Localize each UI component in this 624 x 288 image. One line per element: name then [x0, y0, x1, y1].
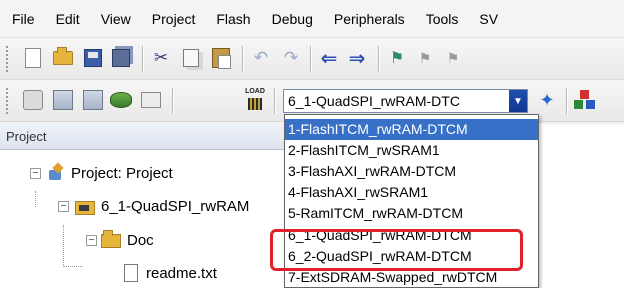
copy-icon[interactable]	[180, 47, 202, 69]
collapse-icon[interactable]: −	[86, 235, 97, 246]
target-option[interactable]: 2-FlashITCM_rwSRAM1	[285, 140, 538, 161]
target-option[interactable]: 5-RamITCM_rwRAM-DTCM	[285, 203, 538, 224]
batch-build-icon[interactable]	[110, 89, 132, 111]
menu-flash[interactable]: Flash	[216, 11, 250, 27]
tree-item-group-doc[interactable]: − Doc	[86, 229, 154, 249]
insert-bookmark-icon[interactable]: ⚑	[386, 47, 408, 69]
file-icon	[124, 264, 138, 282]
toolbar-separator	[274, 88, 275, 114]
menu-tools[interactable]: Tools	[426, 11, 459, 27]
tree-item-target[interactable]: − 6_1-QuadSPI_rwRAM	[58, 198, 249, 215]
toolbar-grip[interactable]	[6, 88, 10, 114]
toolbar-separator	[172, 88, 173, 114]
target-select-value: 6_1-QuadSPI_rwRAM-DTC	[288, 93, 460, 109]
menu-project[interactable]: Project	[152, 11, 196, 27]
previous-bookmark-icon[interactable]: ⚑	[414, 47, 436, 69]
rebuild-icon[interactable]	[82, 89, 104, 111]
next-bookmark-icon[interactable]: ⚑	[442, 47, 464, 69]
toolbar-grip[interactable]	[6, 46, 10, 72]
tree-item-label: Project: Project	[71, 164, 173, 182]
target-icon	[73, 199, 95, 215]
collapse-icon[interactable]: −	[30, 167, 41, 179]
project-panel-title: Project	[0, 124, 290, 150]
target-option[interactable]: 4-FlashAXI_rwSRAM1	[285, 182, 538, 203]
build-icon[interactable]	[52, 89, 74, 111]
project-icon	[45, 164, 65, 182]
new-file-icon[interactable]	[22, 47, 44, 69]
target-option[interactable]: 1-FlashITCM_rwRAM-DTCM	[285, 119, 538, 140]
load-label: LOAD	[245, 88, 265, 95]
paste-icon[interactable]	[210, 47, 232, 69]
tree-item-label: readme.txt	[146, 264, 217, 282]
toolbar-separator	[566, 88, 567, 114]
folder-icon	[101, 229, 121, 248]
menu-edit[interactable]: Edit	[56, 11, 80, 27]
redo-icon[interactable]: ↷	[280, 47, 302, 69]
toolbar-separator	[378, 46, 379, 72]
tree-connector	[63, 225, 64, 267]
tree-item-file[interactable]: readme.txt	[124, 264, 217, 282]
stop-build-icon[interactable]	[140, 89, 162, 111]
tree-item-project-root[interactable]: − Project: Project	[30, 164, 173, 182]
tree-connector	[63, 266, 83, 267]
target-option[interactable]: 3-FlashAXI_rwRAM-DTCM	[285, 161, 538, 182]
undo-icon[interactable]: ↶	[250, 47, 272, 69]
tree-item-label: 6_1-QuadSPI_rwRAM	[101, 198, 250, 215]
navigate-forward-icon[interactable]: ⇒	[346, 47, 368, 70]
open-file-icon[interactable]	[52, 47, 74, 69]
target-select[interactable]: 6_1-QuadSPI_rwRAM-DTC ▼	[283, 89, 528, 113]
save-all-icon[interactable]	[110, 47, 132, 69]
file-toolbar: ✂ ↶ ↷ ⇐ ⇒ ⚑ ⚑ ⚑	[0, 38, 624, 80]
toolbar-separator	[310, 46, 311, 72]
tree-connector	[35, 191, 36, 207]
translate-icon[interactable]	[22, 89, 44, 111]
save-icon[interactable]	[82, 47, 104, 69]
menu-bar: File Edit View Project Flash Debug Perip…	[0, 0, 624, 38]
chevron-down-icon[interactable]: ▼	[509, 90, 527, 112]
navigate-back-icon[interactable]: ⇐	[318, 47, 340, 70]
download-icon[interactable]: LOAD	[244, 88, 266, 111]
tree-item-label: Doc	[127, 232, 154, 249]
annotation-highlight-box	[270, 229, 523, 271]
menu-debug[interactable]: Debug	[272, 11, 313, 27]
menu-peripherals[interactable]: Peripherals	[334, 11, 405, 27]
menu-svcs[interactable]: SV	[479, 11, 498, 27]
menu-file[interactable]: File	[12, 11, 35, 27]
manage-project-items-icon[interactable]	[574, 89, 596, 111]
toolbar-separator	[242, 46, 243, 72]
menu-view[interactable]: View	[101, 11, 131, 27]
toolbar-separator	[142, 46, 143, 72]
cut-icon[interactable]: ✂	[150, 47, 172, 69]
options-for-target-icon[interactable]: ✦	[536, 89, 558, 111]
collapse-icon[interactable]: −	[58, 201, 69, 212]
